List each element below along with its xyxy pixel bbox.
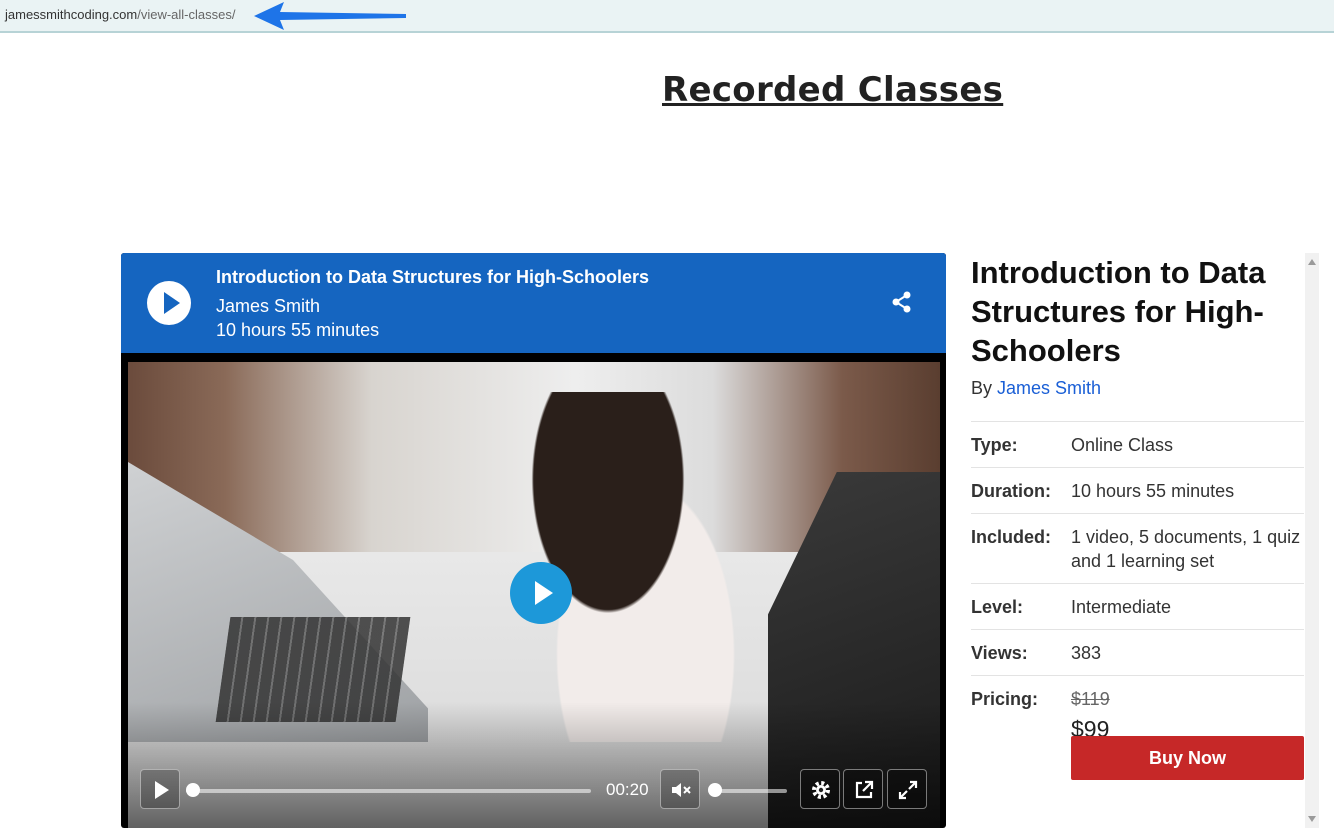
header-play-icon[interactable] [147,281,191,325]
play-button[interactable] [140,769,180,809]
share-icon[interactable] [891,291,913,313]
detail-row-duration: Duration: 10 hours 55 minutes [971,467,1304,513]
old-price: $119 [1071,689,1110,709]
detail-row-level: Level: Intermediate [971,583,1304,629]
settings-button[interactable] [800,769,840,809]
player-title: Introduction to Data Structures for High… [216,267,650,287]
class-details: Type: Online Class Duration: 10 hours 55… [971,421,1304,751]
scroll-down-icon[interactable] [1308,816,1316,822]
volume-bar[interactable] [715,789,787,793]
page-title: Recorded Classes [662,70,1004,110]
video-frame[interactable] [128,362,940,828]
pricing-values: $119 $99 [1071,687,1304,741]
mute-icon [672,783,691,797]
popout-button[interactable] [843,769,883,809]
url-text[interactable]: jamessmithcoding.com/view-all-classes/ [5,7,235,22]
class-byline: By James Smith [971,378,1304,399]
detail-row-views: Views: 383 [971,629,1304,675]
class-title: Introduction to Data Structures for High… [971,255,1266,368]
video-shade [128,702,940,828]
url-path: /view-all-classes/ [137,7,236,22]
detail-key: Pricing: [971,689,1039,709]
buy-now-button[interactable]: Buy Now [1071,736,1304,780]
scrollbar[interactable] [1305,253,1319,828]
progress-handle[interactable] [186,783,200,797]
class-info-panel: Introduction to Data Structures for High… [971,253,1304,780]
player-author: James Smith [216,296,321,316]
play-icon [155,781,169,799]
detail-row-included: Included: 1 video, 5 documents, 1 quiz a… [971,513,1304,583]
detail-value: 383 [1071,643,1102,663]
detail-row-type: Type: Online Class [971,421,1304,467]
current-time: 00:20 [606,780,649,799]
mute-button[interactable] [660,769,700,809]
big-play-icon[interactable] [510,562,572,624]
by-label: By [971,378,993,398]
browser-url-bar[interactable]: jamessmithcoding.com/view-all-classes/ [0,0,1334,33]
scroll-up-icon[interactable] [1308,259,1316,265]
player-duration: 10 hours 55 minutes [216,320,380,340]
detail-value: Online Class [1071,435,1174,455]
progress-bar[interactable] [186,789,591,793]
url-domain: jamessmithcoding.com [5,7,138,22]
volume-handle[interactable] [708,783,722,797]
video-player[interactable]: Introduction to Data Structures for High… [121,253,946,828]
detail-value: 1 video, 5 documents, 1 quiz and 1 learn… [1071,527,1301,571]
fullscreen-icon [898,780,918,800]
detail-key: Included: [971,527,1051,547]
detail-key: Duration: [971,481,1051,501]
detail-value: Intermediate [1071,597,1172,617]
settings-icon [812,781,830,799]
detail-key: Type: [971,435,1018,455]
detail-value: 10 hours 55 minutes [1071,481,1235,501]
detail-key: Views: [971,643,1028,663]
author-link[interactable]: James Smith [997,378,1101,398]
player-header: Introduction to Data Structures for High… [121,253,946,353]
fullscreen-button[interactable] [887,769,927,809]
detail-key: Level: [971,597,1024,617]
popout-icon [855,780,874,799]
annotation-arrow-icon [254,2,406,30]
